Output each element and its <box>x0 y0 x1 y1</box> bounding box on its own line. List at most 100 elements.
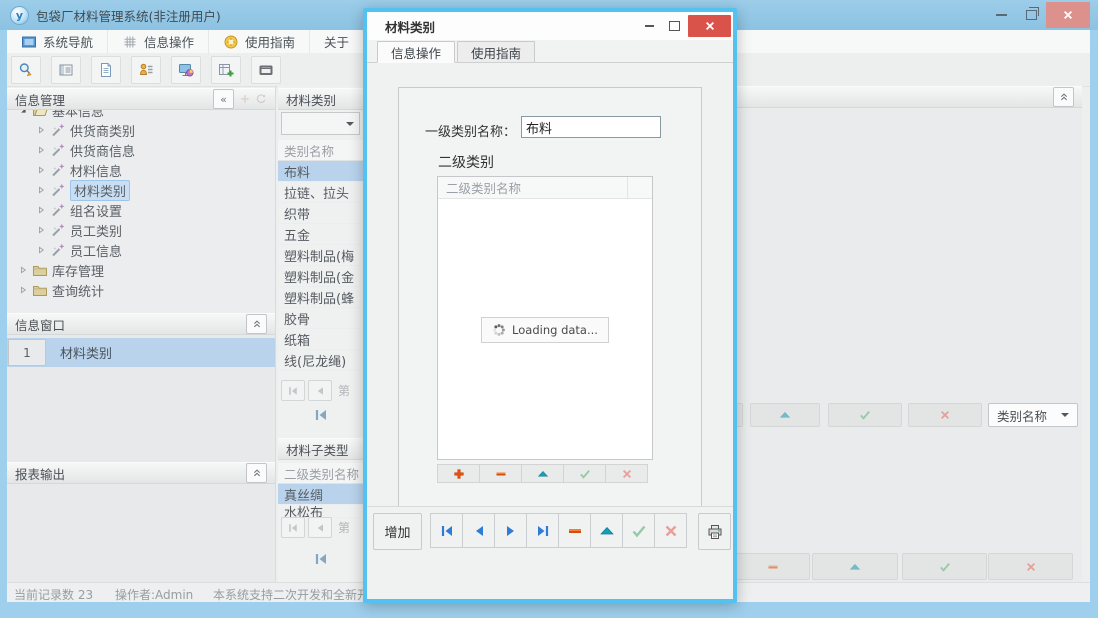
prev-record-button[interactable] <box>462 513 495 548</box>
collapse-left-button[interactable]: « <box>213 89 234 109</box>
dialog-form-panel: 一级类别名称： 二级类别 二级类别名称 Loading data... <box>398 87 702 529</box>
edit-record-button[interactable] <box>590 513 623 548</box>
collapse-up-button[interactable] <box>1053 87 1074 107</box>
tree-node-employee-info[interactable]: 员工信息 <box>7 240 275 260</box>
dialog-close-button[interactable] <box>688 15 731 37</box>
add-row-button[interactable] <box>437 464 480 483</box>
list-item[interactable]: 塑料制品(蜂 <box>278 287 363 308</box>
list-item[interactable]: 布料 <box>278 161 363 182</box>
row-label: 材料类别 <box>60 343 112 362</box>
plus-icon <box>453 468 465 480</box>
prev-page-button[interactable] <box>308 380 332 401</box>
dialog-minimize-button[interactable] <box>638 15 660 36</box>
move-up-button[interactable] <box>812 553 898 580</box>
list-item[interactable]: 纸箱 <box>278 329 363 350</box>
collapse-up-button[interactable] <box>246 463 267 483</box>
list-item[interactable]: 线(尼龙绳) <box>278 350 363 371</box>
dialog-bottom-toolbar: 增加 <box>367 506 733 553</box>
confirm-button[interactable] <box>902 553 987 580</box>
first-record-button[interactable] <box>430 513 463 548</box>
move-up-button[interactable] <box>750 403 820 427</box>
tree-node-group-settings[interactable]: 组名设置 <box>7 200 275 220</box>
table-tool-button[interactable] <box>51 56 81 84</box>
tree-node-employee-category[interactable]: 员工类别 <box>7 220 275 240</box>
tree-node-query-stats[interactable]: 查询统计 <box>7 280 275 300</box>
search-tool-button[interactable] <box>11 56 41 84</box>
menu-about[interactable]: 关于 <box>310 30 363 53</box>
tree-node-material-info[interactable]: 材料信息 <box>7 160 275 180</box>
up-icon <box>599 523 615 539</box>
dialog-maximize-button[interactable] <box>663 15 685 36</box>
sort-field-dropdown[interactable]: 类别名称 <box>988 403 1078 427</box>
info-window-row[interactable]: 1 材料类别 <box>7 338 275 367</box>
list-item[interactable]: 真丝绸 <box>278 484 363 505</box>
category-nav-first-button[interactable] <box>278 403 363 427</box>
monitor-tool-button[interactable] <box>171 56 201 84</box>
list-item[interactable]: 塑料制品(梅 <box>278 245 363 266</box>
card-tool-button[interactable] <box>251 56 281 84</box>
refresh-icon <box>255 93 267 105</box>
table-add-tool-button[interactable] <box>211 56 241 84</box>
category-column-header[interactable]: 类别名称 <box>278 140 363 161</box>
confirm-button[interactable] <box>563 464 606 483</box>
grid-icon <box>122 34 138 50</box>
subtype-column-header[interactable]: 二级类别名称 <box>278 463 363 484</box>
menu-system-nav[interactable]: 系统导航 <box>7 30 108 53</box>
dialog-tabs: 信息操作 使用指南 <box>367 40 733 63</box>
collapsed-arrow-icon <box>35 164 47 176</box>
list-item[interactable]: 胶骨 <box>278 308 363 329</box>
person-tool-button[interactable] <box>131 56 161 84</box>
delete-button[interactable] <box>735 553 810 580</box>
first-page-button[interactable] <box>281 517 305 538</box>
menu-label: 系统导航 <box>43 32 93 51</box>
wand-icon <box>50 142 66 158</box>
tree-node-material-category[interactable]: 材料类别 <box>7 180 275 200</box>
minimize-button[interactable] <box>986 2 1016 28</box>
list-item[interactable]: 塑料制品(金 <box>278 266 363 287</box>
cancel-record-button[interactable] <box>654 513 687 548</box>
wand-icon <box>50 202 66 218</box>
list-item[interactable]: 拉链、拉头 <box>278 182 363 203</box>
list-item[interactable]: 织带 <box>278 203 363 224</box>
collapsed-arrow-icon <box>35 184 47 196</box>
menu-info-ops[interactable]: 信息操作 <box>108 30 209 53</box>
tab-info-ops[interactable]: 信息操作 <box>377 41 455 63</box>
next-record-button[interactable] <box>494 513 527 548</box>
document-tool-button[interactable] <box>91 56 121 84</box>
spinner-icon <box>492 323 506 337</box>
confirm-button[interactable] <box>828 403 902 427</box>
prev-page-button[interactable] <box>308 517 332 538</box>
subcategory-grid-header[interactable]: 二级类别名称 <box>438 177 652 199</box>
first-icon <box>287 385 299 397</box>
cancel-button[interactable] <box>988 553 1073 580</box>
level1-category-input[interactable] <box>521 116 661 138</box>
delete-row-button[interactable] <box>479 464 522 483</box>
add-button[interactable]: 增加 <box>373 513 422 550</box>
subtype-nav-first-button[interactable] <box>278 547 363 571</box>
menu-user-guide[interactable]: 使用指南 <box>209 30 310 53</box>
wand-icon <box>50 242 66 258</box>
row-index: 1 <box>8 339 46 366</box>
delete-record-button[interactable] <box>558 513 591 548</box>
last-record-button[interactable] <box>526 513 559 548</box>
print-button[interactable] <box>698 513 731 550</box>
cancel-button[interactable] <box>908 403 982 427</box>
chevron-double-up-icon <box>251 318 263 330</box>
close-button[interactable] <box>1046 2 1090 28</box>
confirm-record-button[interactable] <box>622 513 655 548</box>
loading-text: Loading data... <box>512 323 598 337</box>
tree-node-supplier-info[interactable]: 供货商信息 <box>7 140 275 160</box>
tab-user-guide[interactable]: 使用指南 <box>457 41 535 62</box>
collapsed-arrow-icon <box>35 244 47 256</box>
tree-node-root[interactable]: 基本信息 <box>7 110 275 120</box>
category-filter-combobox[interactable] <box>281 112 360 135</box>
list-item[interactable]: 五金 <box>278 224 363 245</box>
tree-node-inventory[interactable]: 库存管理 <box>7 260 275 280</box>
first-page-button[interactable] <box>281 380 305 401</box>
restore-button[interactable] <box>1016 2 1046 28</box>
cancel-button[interactable] <box>605 464 648 483</box>
collapse-up-button[interactable] <box>246 314 267 334</box>
cross-icon <box>1025 561 1037 573</box>
tree-node-supplier-category[interactable]: 供货商类别 <box>7 120 275 140</box>
move-up-button[interactable] <box>521 464 564 483</box>
